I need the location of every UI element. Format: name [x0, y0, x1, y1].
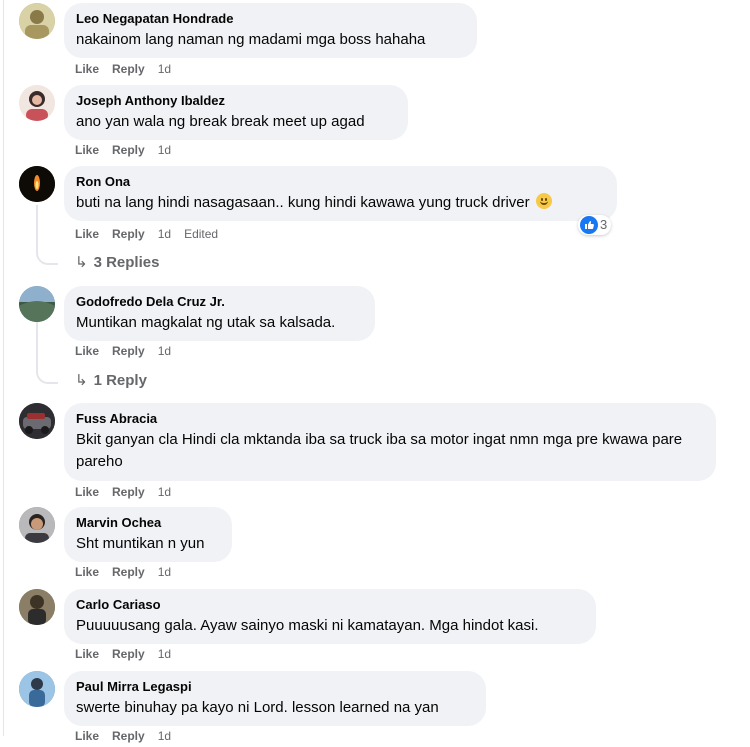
- comment-timestamp[interactable]: 1d: [158, 485, 171, 499]
- comment-bubble: Paul Mirra Legaspi swerte binuhay pa kay…: [64, 671, 486, 726]
- reply-button[interactable]: Reply: [112, 647, 145, 661]
- comment-text: buti na lang hindi nasagasaan.. kung hin…: [76, 192, 605, 214]
- comment-author[interactable]: Godofredo Dela Cruz Jr.: [76, 294, 363, 310]
- comment-actions: Like Reply 1d Edited: [75, 227, 231, 245]
- comment-author[interactable]: Fuss Abracia: [76, 411, 704, 427]
- reply-button[interactable]: Reply: [112, 729, 145, 743]
- comment-text: Sht muntikan n yun: [76, 535, 205, 552]
- avatar[interactable]: [19, 671, 55, 707]
- avatar-image: [19, 671, 55, 707]
- comment-bubble: Fuss Abracia Bkit ganyan cla Hindi cla m…: [64, 403, 716, 481]
- comment-author[interactable]: Carlo Cariaso: [76, 597, 584, 613]
- comment-bubble: Leo Negapatan Hondrade nakainom lang nam…: [64, 3, 477, 58]
- avatar[interactable]: [19, 507, 55, 543]
- like-button[interactable]: Like: [75, 647, 99, 661]
- avatar-image: [19, 403, 55, 439]
- comment-actions: Like Reply 1d: [75, 143, 184, 161]
- avatar-image: [19, 3, 55, 39]
- reply-button[interactable]: Reply: [112, 62, 145, 76]
- view-replies-link[interactable]: ↳ 1 Reply: [75, 370, 147, 392]
- comment-bubble: Joseph Anthony Ibaldez ano yan wala ng b…: [64, 85, 408, 140]
- comment-text: ano yan wala ng break break meet up agad: [76, 113, 365, 130]
- thread-connector: [36, 251, 58, 265]
- thread-connector: [36, 370, 58, 384]
- avatar-image: [19, 166, 55, 202]
- comment-timestamp[interactable]: 1d: [158, 729, 171, 743]
- comment-text: Puuuuusang gala. Ayaw sainyo maski ni ka…: [76, 617, 539, 634]
- replies-count: 1 Reply: [93, 372, 147, 389]
- reply-button[interactable]: Reply: [112, 344, 145, 358]
- replies-count: 3 Replies: [93, 254, 160, 271]
- comment-actions: Like Reply 1d: [75, 647, 184, 665]
- comment-bubble: Marvin Ochea Sht muntikan n yun: [64, 507, 232, 562]
- avatar[interactable]: [19, 3, 55, 39]
- reply-button[interactable]: Reply: [112, 227, 145, 241]
- avatar-image: [19, 589, 55, 625]
- comment-timestamp[interactable]: 1d: [158, 565, 171, 579]
- comment-actions: Like Reply 1d: [75, 729, 184, 747]
- reply-button[interactable]: Reply: [112, 143, 145, 157]
- comment-timestamp[interactable]: 1d: [158, 143, 171, 157]
- avatar[interactable]: [19, 166, 55, 202]
- comment-author[interactable]: Marvin Ochea: [76, 515, 220, 531]
- like-button[interactable]: Like: [75, 62, 99, 76]
- comment-bubble: Ron Ona buti na lang hindi nasagasaan.. …: [64, 166, 617, 221]
- comment-author[interactable]: Leo Negapatan Hondrade: [76, 11, 465, 27]
- avatar[interactable]: [19, 286, 55, 322]
- like-button[interactable]: Like: [75, 565, 99, 579]
- avatar[interactable]: [19, 403, 55, 439]
- like-reaction-icon: [580, 215, 598, 234]
- comment-text: swerte binuhay pa kayo ni Lord. lesson l…: [76, 699, 439, 716]
- comment-actions: Like Reply 1d: [75, 62, 184, 80]
- reaction-count: 3: [600, 217, 608, 232]
- reply-button[interactable]: Reply: [112, 485, 145, 499]
- reaction-summary[interactable]: 3: [578, 215, 612, 235]
- reply-arrow-icon: ↳: [75, 254, 88, 271]
- comment-text: Bkit ganyan cla Hindi cla mktanda iba sa…: [76, 431, 683, 470]
- like-button[interactable]: Like: [75, 344, 99, 358]
- comment-actions: Like Reply 1d: [75, 565, 184, 583]
- comment-timestamp[interactable]: 1d: [158, 647, 171, 661]
- edited-label: Edited: [184, 227, 219, 241]
- left-border: [3, 0, 4, 736]
- avatar[interactable]: [19, 589, 55, 625]
- reply-arrow-icon: ↳: [75, 372, 88, 389]
- avatar-image: [19, 286, 55, 322]
- comment-actions: Like Reply 1d: [75, 344, 184, 362]
- avatar[interactable]: [19, 85, 55, 121]
- comment-author[interactable]: Ron Ona: [76, 174, 605, 190]
- comment-bubble: Carlo Cariaso Puuuuusang gala. Ayaw sain…: [64, 589, 596, 644]
- comment-timestamp[interactable]: 1d: [158, 344, 171, 358]
- comment-text: nakainom lang naman ng madami mga boss h…: [76, 31, 426, 48]
- comment-actions: Like Reply 1d: [75, 485, 184, 503]
- like-button[interactable]: Like: [75, 485, 99, 499]
- comment-author[interactable]: Joseph Anthony Ibaldez: [76, 93, 396, 109]
- smile-emoji-icon: [535, 193, 552, 210]
- thread-line: [36, 205, 38, 253]
- like-button[interactable]: Like: [75, 227, 99, 241]
- comment-text: Muntikan magkalat ng utak sa kalsada.: [76, 314, 336, 331]
- comment-author[interactable]: Paul Mirra Legaspi: [76, 679, 474, 695]
- comment-timestamp[interactable]: 1d: [158, 227, 171, 241]
- comment-bubble: Godofredo Dela Cruz Jr. Muntikan magkala…: [64, 286, 375, 341]
- comment-timestamp[interactable]: 1d: [158, 62, 171, 76]
- avatar-image: [19, 507, 55, 543]
- reply-button[interactable]: Reply: [112, 565, 145, 579]
- like-button[interactable]: Like: [75, 729, 99, 743]
- avatar-image: [19, 85, 55, 121]
- view-replies-link[interactable]: ↳ 3 Replies: [75, 252, 159, 274]
- thread-line: [36, 322, 38, 372]
- like-button[interactable]: Like: [75, 143, 99, 157]
- comment-text-content: buti na lang hindi nasagasaan.. kung hin…: [76, 194, 530, 211]
